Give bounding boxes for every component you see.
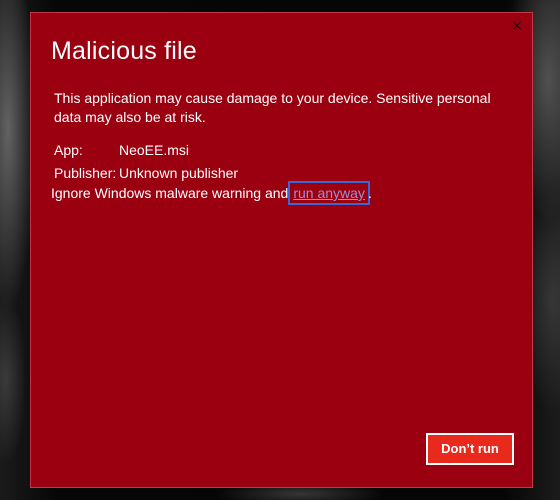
publisher-row: Publisher: Unknown publisher xyxy=(54,162,238,185)
close-icon[interactable]: × xyxy=(508,17,526,35)
warning-message: This application may cause damage to you… xyxy=(54,90,491,125)
app-row: App: NeoEE.msi xyxy=(54,139,238,162)
ignore-warning-line: Ignore Windows malware warning and run an… xyxy=(51,181,372,205)
publisher-value: Unknown publisher xyxy=(119,165,239,181)
run-anyway-link[interactable]: run anyway xyxy=(288,181,370,205)
dialog-title: Malicious file xyxy=(51,37,197,65)
dont-run-button[interactable]: Don’t run xyxy=(426,433,514,465)
warning-suffix: . xyxy=(367,185,372,201)
app-label: App: xyxy=(54,142,83,158)
malicious-file-dialog: × Malicious file This application may ca… xyxy=(30,12,533,488)
file-details: App: NeoEE.msi Publisher: Unknown publis… xyxy=(54,139,238,185)
app-value: NeoEE.msi xyxy=(119,142,190,158)
ignore-warning-text: Ignore Windows malware warning and xyxy=(51,185,289,201)
publisher-label: Publisher: xyxy=(54,165,117,181)
